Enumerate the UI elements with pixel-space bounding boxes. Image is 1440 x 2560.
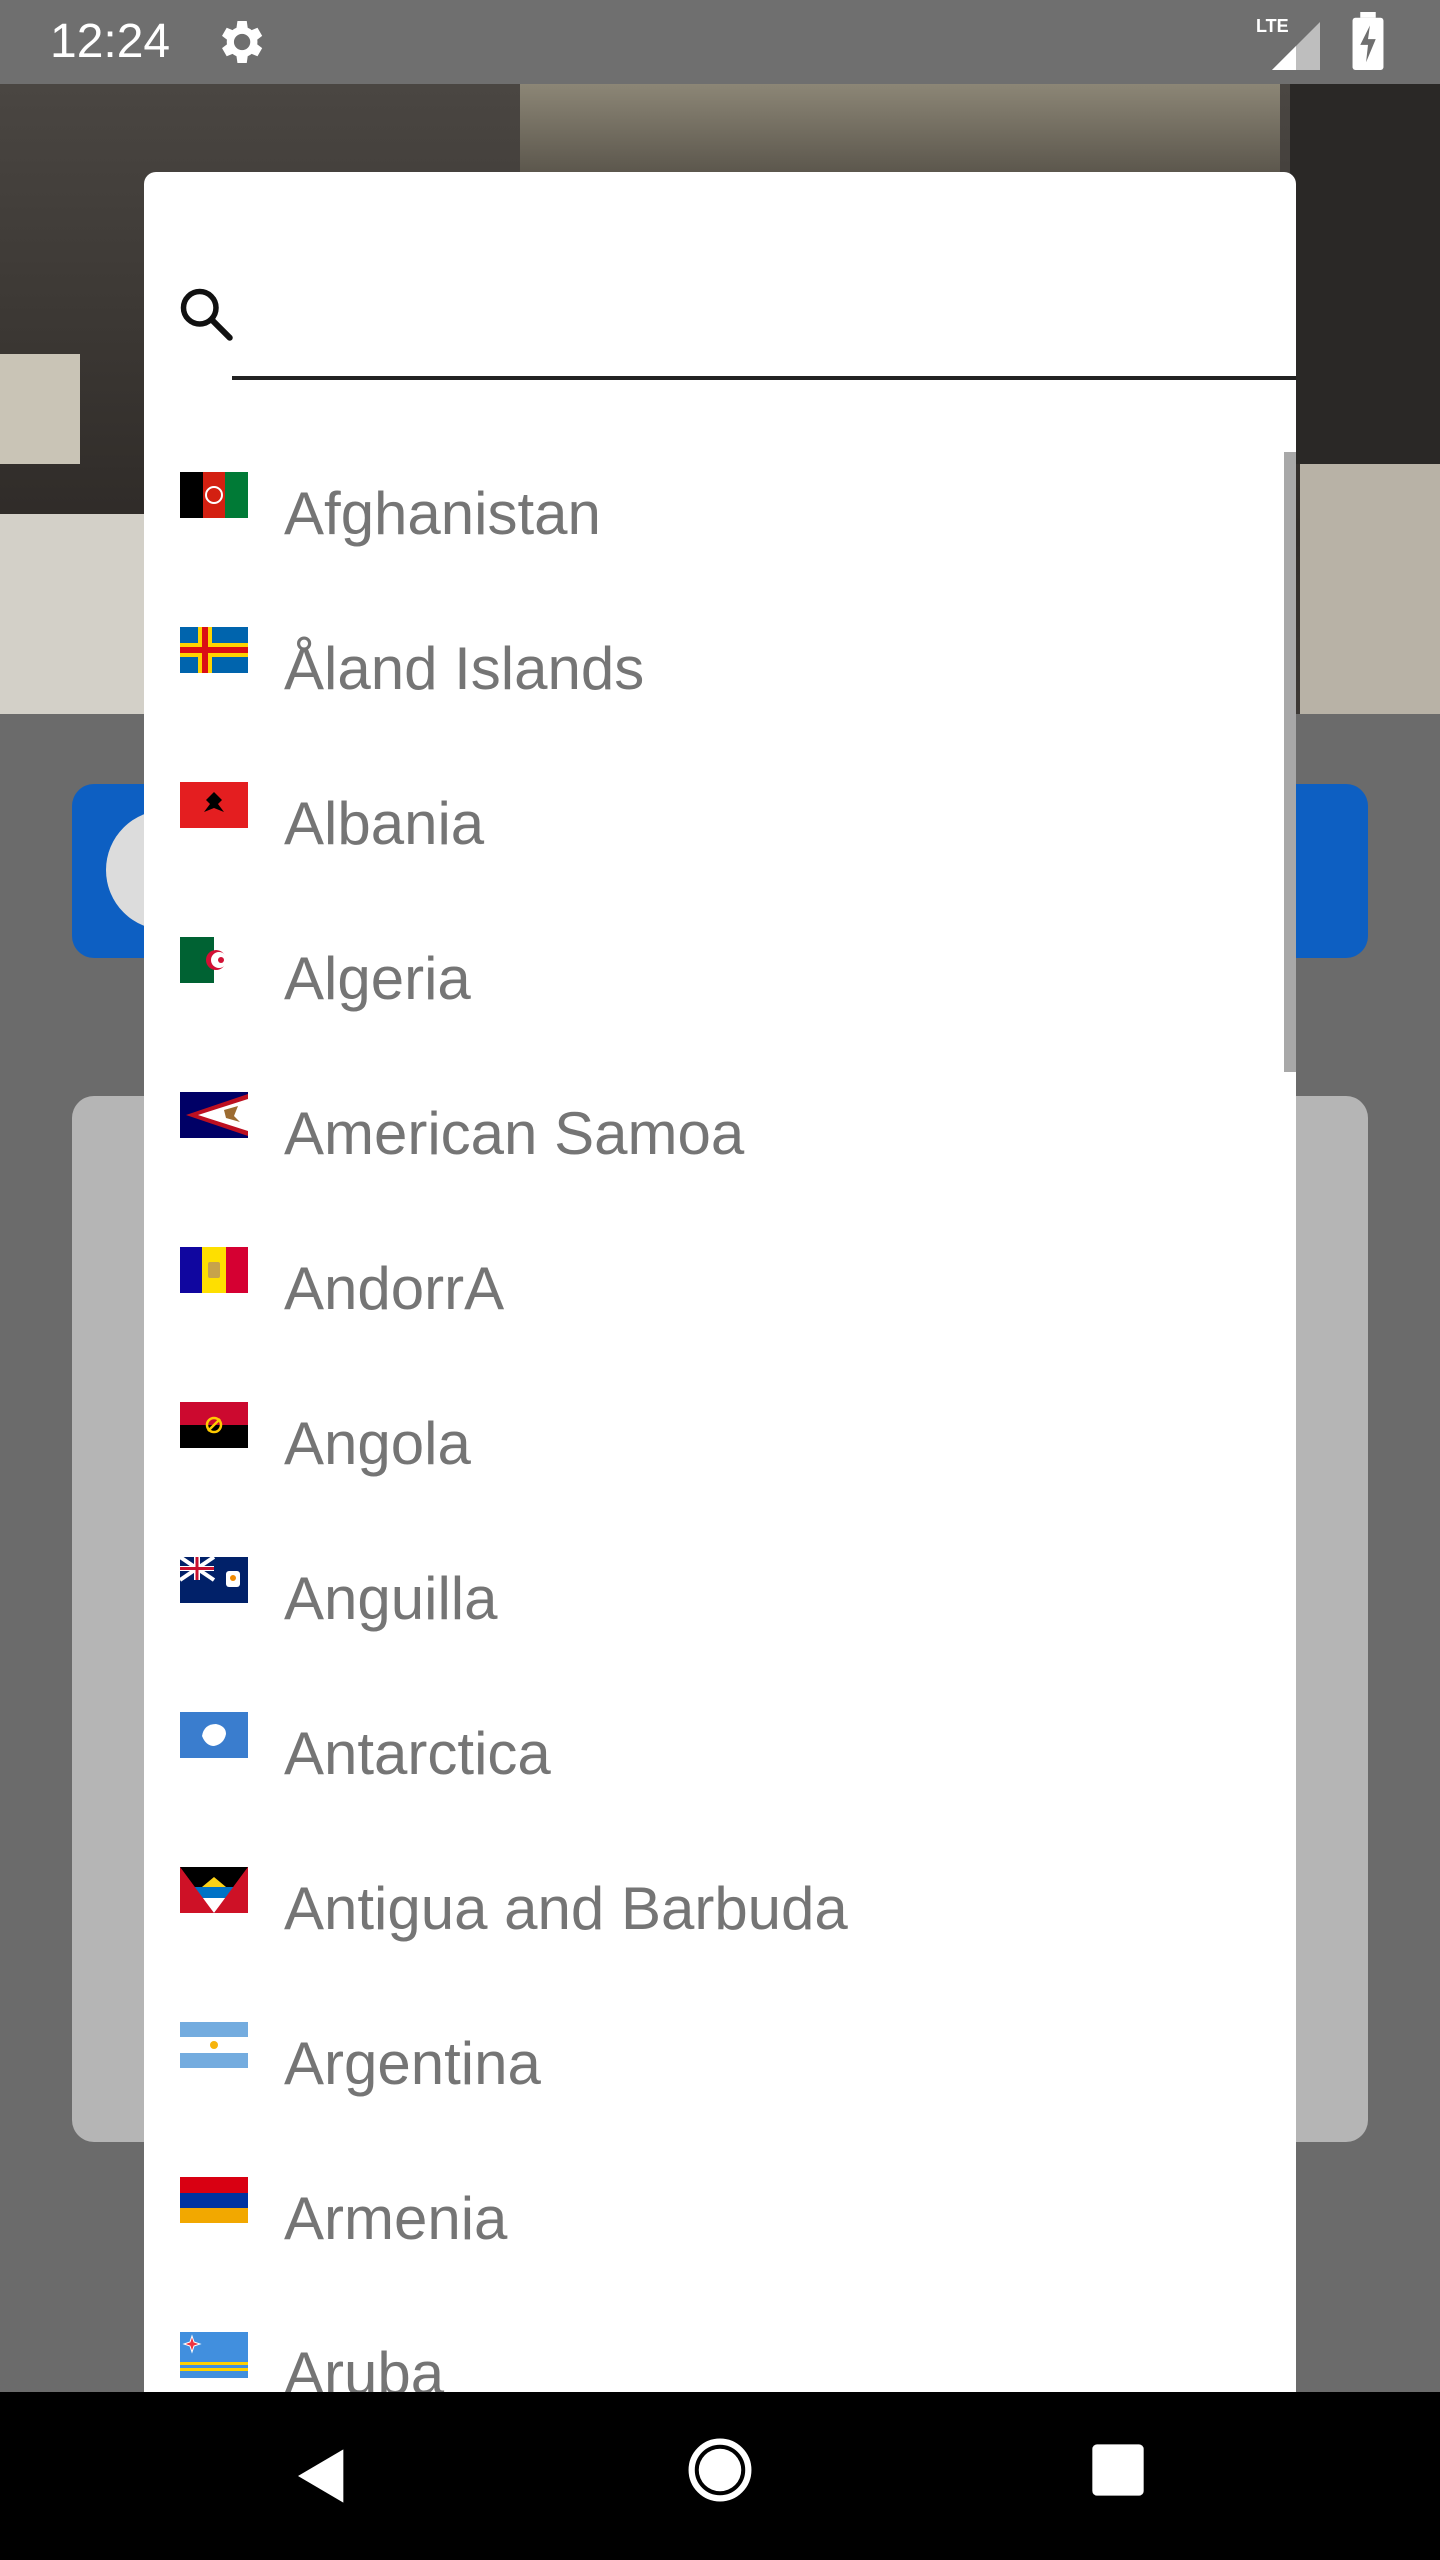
network-type-label: LTE — [1256, 16, 1289, 36]
country-item-andorra[interactable]: AndorrA — [144, 1247, 1296, 1402]
angola-flag-icon — [180, 1402, 248, 1448]
country-name: Algeria — [284, 945, 471, 1012]
country-item-algeria[interactable]: Algeria — [144, 937, 1296, 1092]
country-item-american-samoa[interactable]: American Samoa — [144, 1092, 1296, 1247]
country-name: Afghanistan — [284, 480, 601, 547]
country-item-armenia[interactable]: Armenia — [144, 2177, 1296, 2332]
country-item-albania[interactable]: Albania — [144, 782, 1296, 937]
country-name: Armenia — [284, 2185, 508, 2252]
country-name: Antarctica — [284, 1720, 551, 1787]
gear-icon — [222, 21, 263, 63]
country-name: American Samoa — [284, 1100, 745, 1167]
signal-icon: LTE — [1256, 16, 1320, 70]
american-samoa-flag-icon — [180, 1092, 248, 1138]
albania-flag-icon — [180, 782, 248, 828]
country-name: Argentina — [284, 2030, 541, 2097]
list-scrollbar[interactable] — [1284, 452, 1296, 1072]
country-item-aland-islands[interactable]: Åland Islands — [144, 627, 1296, 782]
algeria-flag-icon — [180, 937, 248, 983]
back-icon[interactable] — [290, 2444, 354, 2508]
aruba-flag-icon — [180, 2332, 248, 2378]
country-name: Anguilla — [284, 1565, 498, 1632]
country-item-anguilla[interactable]: Anguilla — [144, 1557, 1296, 1712]
search-underline — [232, 376, 1296, 380]
country-name: Angola — [284, 1410, 471, 1477]
country-picker-dialog: Afghanistan Åland Islands Albania Algeri… — [144, 172, 1296, 2392]
country-name: Aruba — [284, 2340, 445, 2392]
aland-islands-flag-icon — [180, 627, 248, 673]
status-time: 12:24 — [50, 15, 171, 68]
country-name: AndorrA — [284, 1255, 505, 1322]
navigation-bar — [0, 2392, 1440, 2560]
recent-apps-icon[interactable] — [1090, 2442, 1146, 2498]
country-name: Antigua and Barbuda — [284, 1875, 848, 1942]
search-icon — [180, 288, 233, 341]
country-item-argentina[interactable]: Argentina — [144, 2022, 1296, 2177]
search-input[interactable] — [232, 272, 1296, 352]
armenia-flag-icon — [180, 2177, 248, 2223]
argentina-flag-icon — [180, 2022, 248, 2068]
country-item-afghanistan[interactable]: Afghanistan — [144, 472, 1296, 627]
country-name: Albania — [284, 790, 485, 857]
anguilla-flag-icon — [180, 1557, 248, 1603]
country-item-angola[interactable]: Angola — [144, 1402, 1296, 1557]
andorra-flag-icon — [180, 1247, 248, 1293]
country-item-aruba[interactable]: Aruba — [144, 2332, 1296, 2392]
country-list: Afghanistan Åland Islands Albania Algeri… — [144, 472, 1296, 2392]
afghanistan-flag-icon — [180, 472, 248, 518]
antigua-and-barbuda-flag-icon — [180, 1867, 248, 1913]
country-item-antigua-and-barbuda[interactable]: Antigua and Barbuda — [144, 1867, 1296, 2022]
country-item-antarctica[interactable]: Antarctica — [144, 1712, 1296, 1867]
status-bar: 12:24 LTE — [0, 0, 1440, 84]
battery-charging-icon — [1352, 12, 1384, 70]
country-name: Åland Islands — [284, 635, 645, 702]
antarctica-flag-icon — [180, 1712, 248, 1758]
home-icon[interactable] — [686, 2436, 754, 2504]
